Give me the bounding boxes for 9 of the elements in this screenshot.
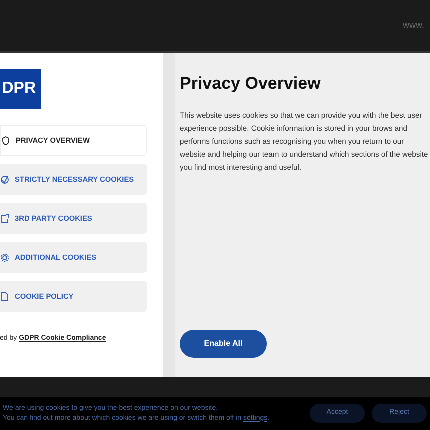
logo: DPR bbox=[0, 69, 41, 109]
shield-icon bbox=[2, 136, 10, 146]
check-icon bbox=[1, 174, 9, 184]
url-text: www. bbox=[403, 19, 425, 32]
gear-icon bbox=[1, 252, 9, 262]
panel-title: Privacy Overview bbox=[180, 73, 322, 95]
enable-all-button[interactable]: Enable All bbox=[180, 330, 267, 358]
square-arrow-icon bbox=[1, 214, 9, 224]
document-icon bbox=[1, 292, 9, 302]
